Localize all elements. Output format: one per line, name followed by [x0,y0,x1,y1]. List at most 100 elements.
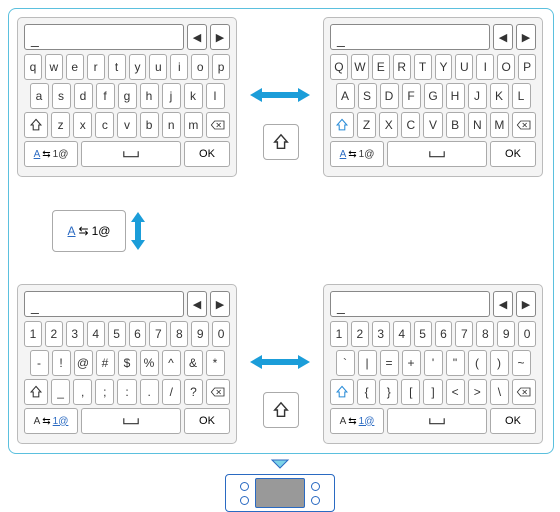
key-colon[interactable]: : [117,379,136,405]
key-X[interactable]: X [379,112,398,138]
key-dollar[interactable]: $ [118,350,137,376]
key-Q[interactable]: Q [330,54,348,80]
cursor-left-button[interactable]: ◀ [187,291,207,317]
key-9[interactable]: 9 [191,321,209,347]
key-apos[interactable]: ' [424,350,443,376]
key-semicolon[interactable]: ; [95,379,114,405]
key-H[interactable]: H [446,83,465,109]
key-4[interactable]: 4 [393,321,411,347]
key-percent[interactable]: % [140,350,159,376]
key-5[interactable]: 5 [108,321,126,347]
key-8[interactable]: 8 [476,321,494,347]
mode-toggle[interactable]: A⇆1@ [330,408,384,434]
key-pipe[interactable]: | [358,350,377,376]
key-A[interactable]: A [336,83,355,109]
key-gt[interactable]: > [468,379,487,405]
space-key[interactable] [81,141,181,167]
key-y[interactable]: y [129,54,147,80]
cursor-right-button[interactable]: ▶ [210,24,230,50]
key-t[interactable]: t [108,54,126,80]
key-lparen[interactable]: ( [468,350,487,376]
ok-button[interactable]: OK [490,141,536,167]
key-7[interactable]: 7 [149,321,167,347]
cursor-right-button[interactable]: ▶ [516,24,536,50]
shift-key-active[interactable] [330,379,354,405]
key-rparen[interactable]: ) [490,350,509,376]
key-Z[interactable]: Z [357,112,376,138]
key-equals[interactable]: = [380,350,399,376]
key-a[interactable]: a [30,83,49,109]
backspace-key[interactable] [512,112,536,138]
key-backslash[interactable]: \ [490,379,509,405]
key-excl[interactable]: ! [52,350,71,376]
key-T[interactable]: T [414,54,432,80]
key-E[interactable]: E [372,54,390,80]
key-S[interactable]: S [358,83,377,109]
text-input[interactable]: _ [330,291,490,317]
key-r[interactable]: r [87,54,105,80]
key-w[interactable]: w [45,54,63,80]
key-G[interactable]: G [424,83,443,109]
key-3[interactable]: 3 [66,321,84,347]
backspace-key[interactable] [512,379,536,405]
key-N[interactable]: N [468,112,487,138]
space-key[interactable] [81,408,181,434]
key-Y[interactable]: Y [435,54,453,80]
ok-button[interactable]: OK [184,141,230,167]
key-M[interactable]: M [490,112,509,138]
key-slash[interactable]: / [162,379,181,405]
key-s[interactable]: s [52,83,71,109]
key-B[interactable]: B [446,112,465,138]
key-P[interactable]: P [518,54,536,80]
key-x[interactable]: x [73,112,92,138]
space-key[interactable] [387,408,487,434]
key-1[interactable]: 1 [24,321,42,347]
key-f[interactable]: f [96,83,115,109]
key-4[interactable]: 4 [87,321,105,347]
key-comma[interactable]: , [73,379,92,405]
key-L[interactable]: L [512,83,531,109]
key-J[interactable]: J [468,83,487,109]
key-b[interactable]: b [140,112,159,138]
key-z[interactable]: z [51,112,70,138]
key-c[interactable]: c [95,112,114,138]
key-caret[interactable]: ^ [162,350,181,376]
key-amp[interactable]: & [184,350,203,376]
key-lbracket[interactable]: [ [401,379,420,405]
space-key[interactable] [387,141,487,167]
mode-toggle[interactable]: A⇆1@ [24,408,78,434]
key-g[interactable]: g [118,83,137,109]
cursor-right-button[interactable]: ▶ [210,291,230,317]
key-U[interactable]: U [455,54,473,80]
key-u[interactable]: u [149,54,167,80]
key-3[interactable]: 3 [372,321,390,347]
cursor-right-button[interactable]: ▶ [516,291,536,317]
shift-key[interactable] [24,379,48,405]
text-input[interactable]: _ [24,291,184,317]
ok-button[interactable]: OK [490,408,536,434]
key-I[interactable]: I [476,54,494,80]
shift-key[interactable] [24,112,48,138]
key-plus[interactable]: + [402,350,421,376]
key-question[interactable]: ? [184,379,203,405]
key-quote[interactable]: " [446,350,465,376]
key-n[interactable]: n [162,112,181,138]
key-p[interactable]: p [212,54,230,80]
key-0[interactable]: 0 [212,321,230,347]
key-d[interactable]: d [74,83,93,109]
key-1[interactable]: 1 [330,321,348,347]
key-star[interactable]: * [206,350,225,376]
cursor-left-button[interactable]: ◀ [187,24,207,50]
key-l[interactable]: l [206,83,225,109]
ok-button[interactable]: OK [184,408,230,434]
key-D[interactable]: D [380,83,399,109]
key-6[interactable]: 6 [435,321,453,347]
key-0[interactable]: 0 [518,321,536,347]
cursor-left-button[interactable]: ◀ [493,291,513,317]
key-V[interactable]: V [423,112,442,138]
key-6[interactable]: 6 [129,321,147,347]
key-o[interactable]: o [191,54,209,80]
key-q[interactable]: q [24,54,42,80]
key-dash[interactable]: - [30,350,49,376]
mode-toggle[interactable]: A⇆1@ [24,141,78,167]
